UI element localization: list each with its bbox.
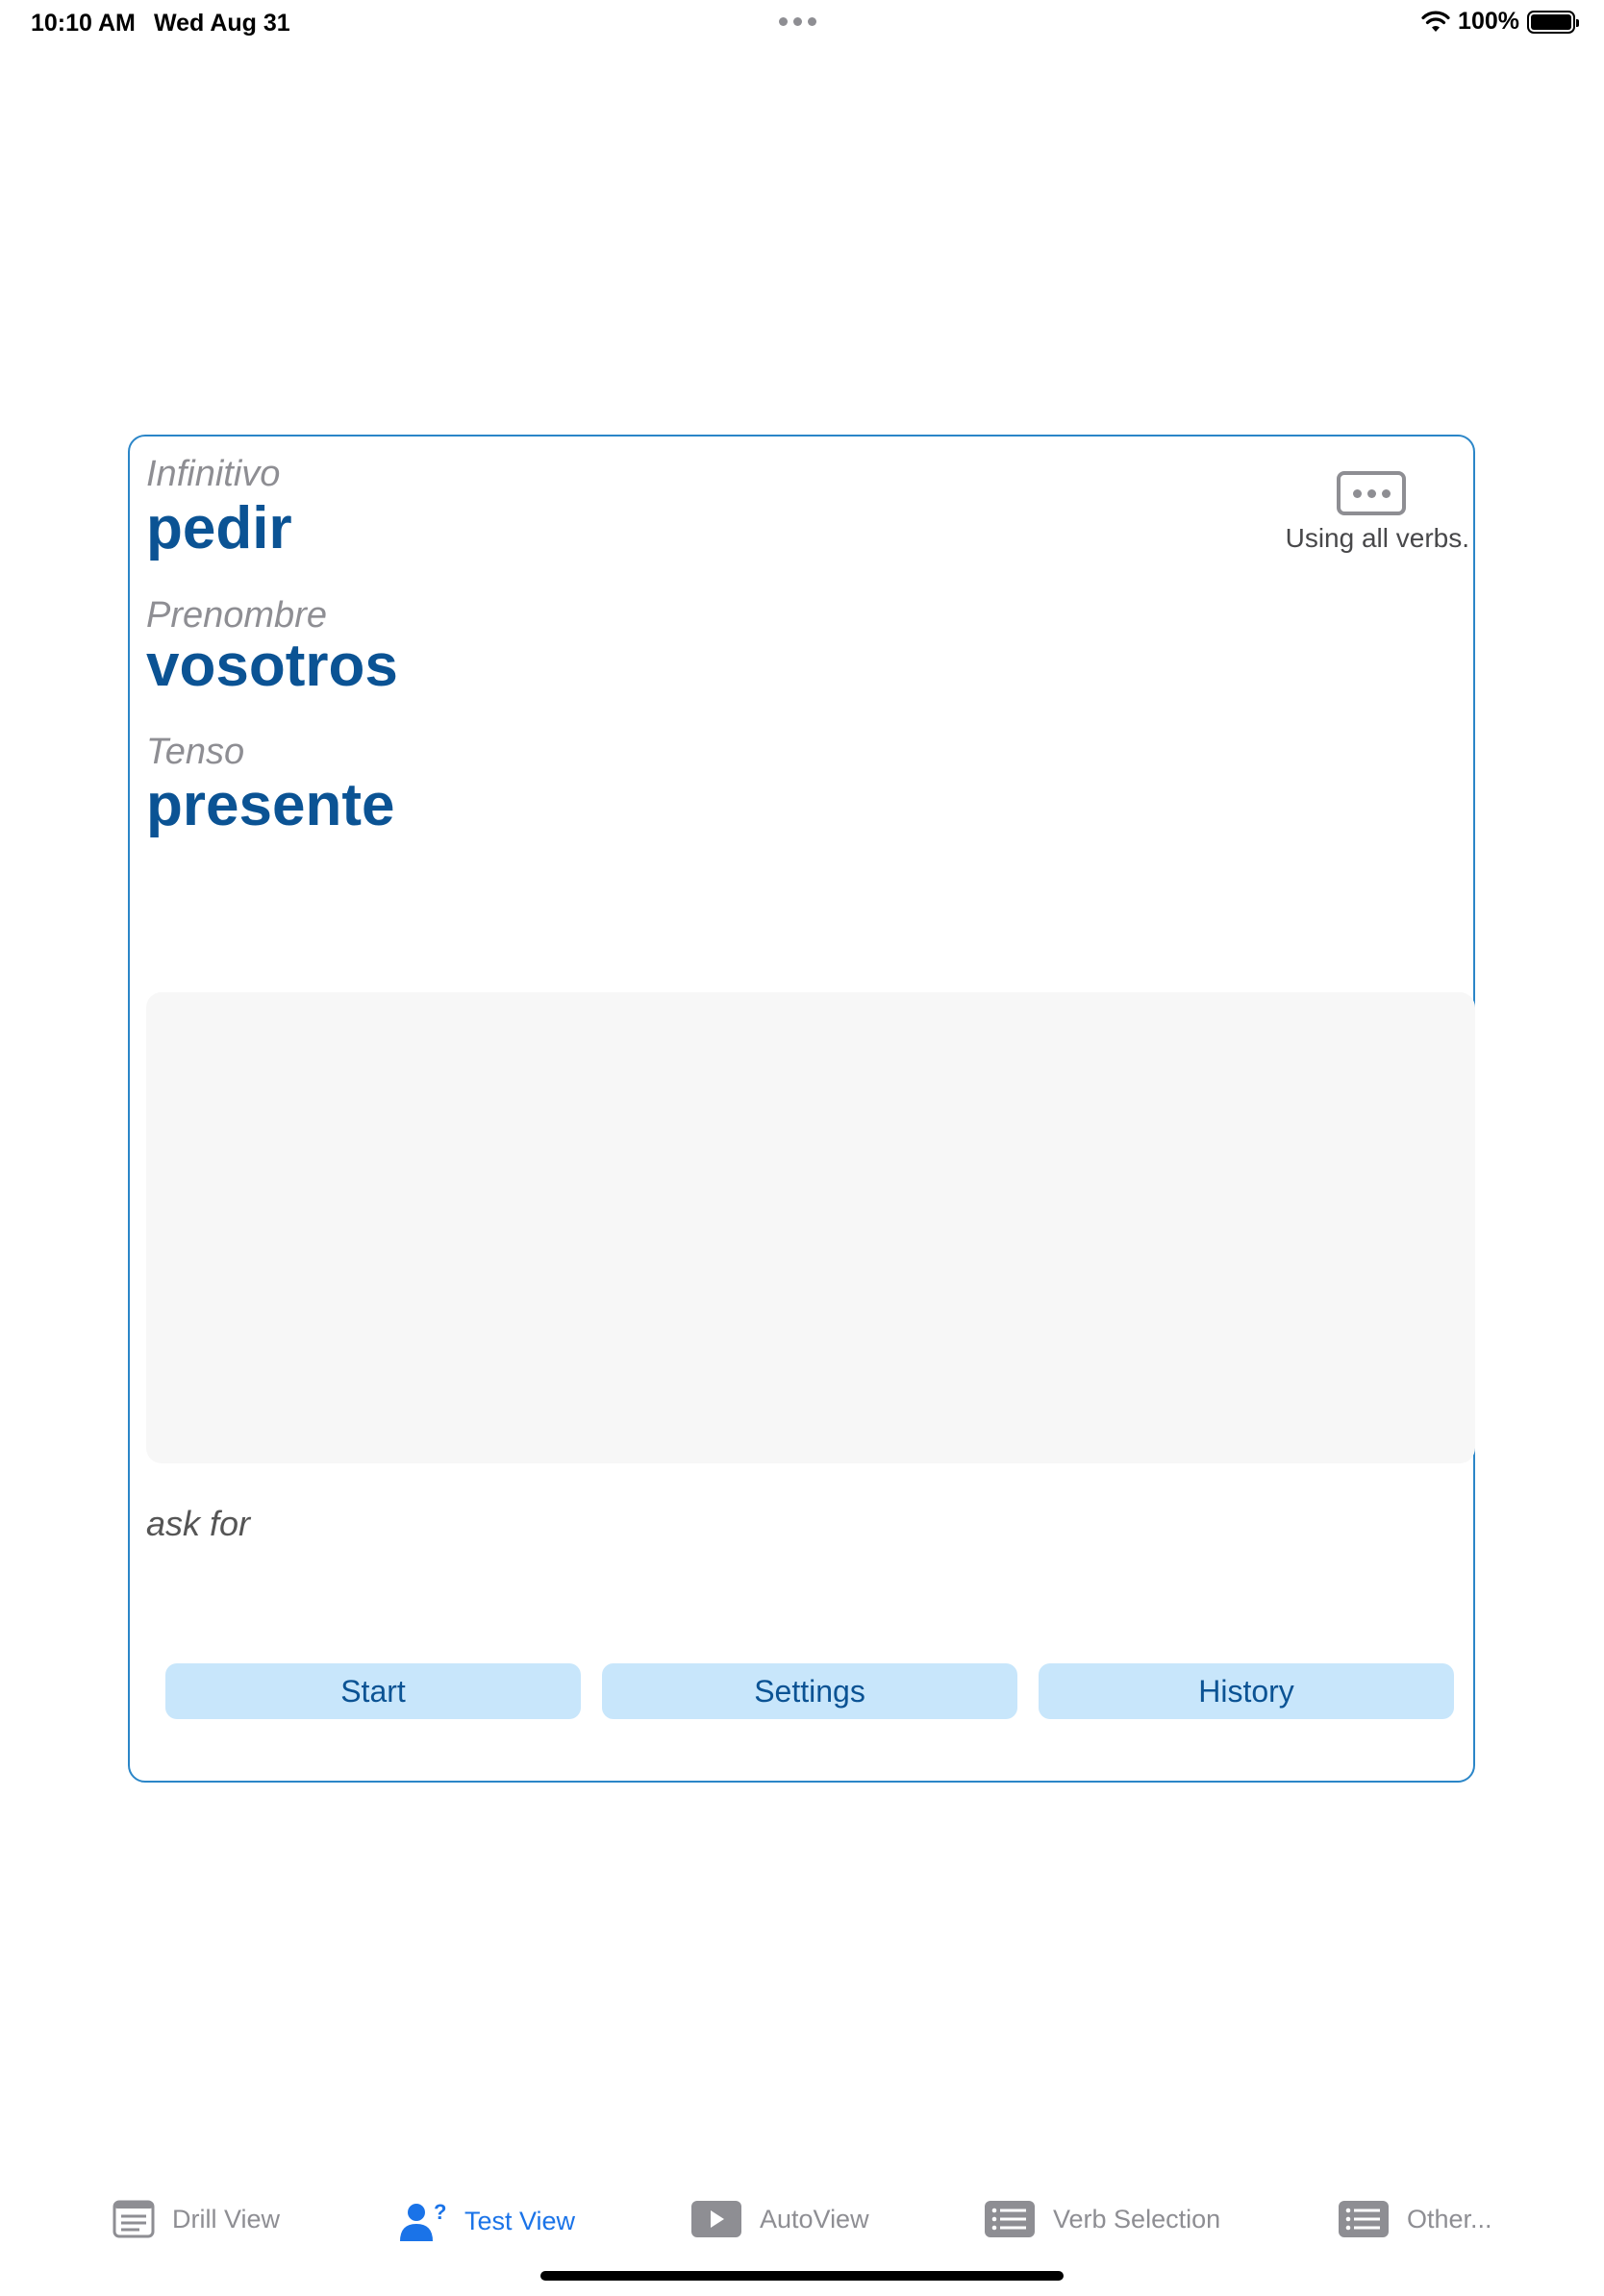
start-button[interactable]: Start: [165, 1663, 581, 1719]
list-icon: [1339, 2201, 1389, 2237]
status-time: 10:10 AM: [31, 10, 136, 37]
battery-icon: [1527, 10, 1579, 34]
more-options-button[interactable]: [1337, 471, 1406, 515]
answer-input[interactable]: [146, 992, 1475, 1463]
play-icon: [691, 2201, 741, 2237]
tab-label: Test View: [464, 2206, 576, 2235]
tense-value: presente: [146, 772, 395, 838]
status-date: Wed Aug 31: [154, 10, 290, 37]
action-buttons: Start Settings History: [165, 1663, 1454, 1719]
tab-autoview[interactable]: AutoView: [690, 2200, 869, 2238]
tab-other[interactable]: Other...: [1338, 2200, 1492, 2238]
infinitive-label: Infinitivo: [146, 454, 281, 494]
test-card: Infinitivo pedir Prenombre vosotros Tens…: [128, 435, 1475, 1783]
multitasking-dots-icon[interactable]: [779, 17, 816, 26]
pronoun-value: vosotros: [146, 633, 398, 699]
status-right: 100%: [1421, 8, 1579, 36]
person-question-icon: ?: [400, 2200, 446, 2241]
translation-text: ask for: [146, 1504, 251, 1543]
tab-label: Other...: [1407, 2204, 1492, 2234]
tab-test-view[interactable]: ? Test View: [397, 2200, 575, 2242]
tab-label: Drill View: [172, 2204, 281, 2234]
svg-text:?: ?: [434, 2200, 446, 2224]
tab-label: AutoView: [760, 2204, 869, 2234]
home-indicator[interactable]: [540, 2271, 1064, 2281]
tab-label: Verb Selection: [1053, 2204, 1221, 2234]
battery-percent: 100%: [1458, 8, 1519, 35]
tab-verb-selection[interactable]: Verb Selection: [984, 2200, 1220, 2238]
tab-drill-view[interactable]: Drill View: [113, 2200, 280, 2238]
settings-button[interactable]: Settings: [602, 1663, 1017, 1719]
wifi-icon: [1421, 11, 1450, 32]
infinitive-value: pedir: [146, 495, 292, 562]
verbs-note: Using all verbs.: [1285, 523, 1469, 553]
list-icon: [985, 2201, 1035, 2237]
tense-label: Tenso: [146, 732, 245, 772]
history-button[interactable]: History: [1039, 1663, 1454, 1719]
pronoun-label: Prenombre: [146, 595, 327, 636]
status-bar: 10:10 AM Wed Aug 31 100%: [0, 0, 1604, 48]
list-document-icon: [113, 2200, 155, 2238]
tab-bar: Drill View ? Test View AutoView Verb Sel…: [0, 2183, 1604, 2259]
